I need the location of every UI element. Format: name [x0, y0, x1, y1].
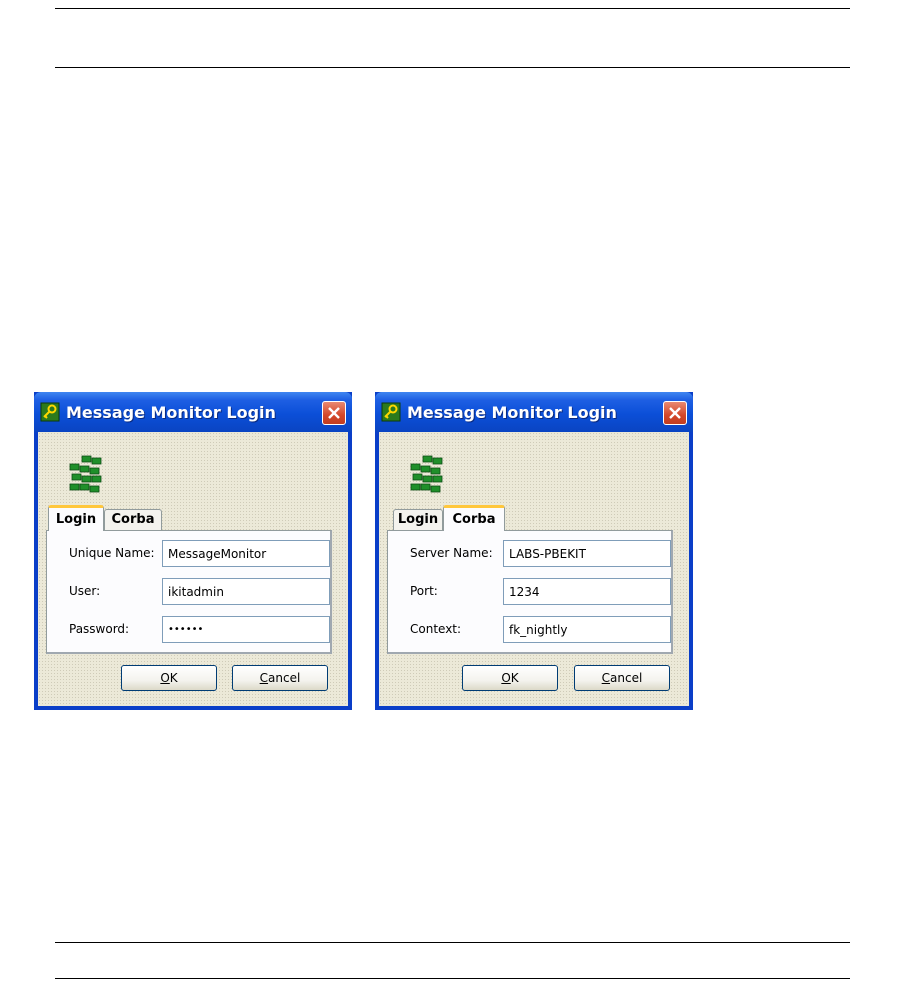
cancel-label-rest: ancel [610, 671, 643, 685]
close-button[interactable] [663, 401, 687, 425]
dialog-title: Message Monitor Login [407, 403, 617, 422]
login-dialog-login-tab: Message Monitor Login Login Corba Unique… [34, 392, 352, 710]
ok-mnemonic: O [501, 671, 511, 685]
cancel-button[interactable]: Cancel [574, 665, 670, 691]
dialog-client-area: Login Corba Unique Name: User: Password:… [38, 432, 348, 706]
cancel-mnemonic: C [601, 671, 611, 685]
unique-name-label: Unique Name: [69, 546, 155, 560]
user-label: User: [69, 584, 101, 598]
cancel-mnemonic: C [259, 671, 269, 685]
title-bar[interactable]: Message Monitor Login [375, 392, 693, 432]
ok-mnemonic: O [160, 671, 170, 685]
server-name-input[interactable] [503, 540, 671, 567]
page-header-rule-top [55, 8, 850, 9]
unique-name-input[interactable] [162, 540, 330, 567]
port-label: Port: [410, 584, 438, 598]
tab-corba[interactable]: Corba [443, 505, 505, 531]
tab-login[interactable]: Login [393, 509, 443, 530]
ok-label-rest: K [169, 671, 178, 685]
message-monitor-logo-icon [410, 455, 443, 493]
server-name-label: Server Name: [410, 546, 493, 560]
dialog-client-area: Login Corba Server Name: Port: Context: … [379, 432, 689, 706]
user-input[interactable] [162, 578, 330, 605]
port-input[interactable] [503, 578, 671, 605]
title-bar[interactable]: Message Monitor Login [34, 392, 352, 432]
page-footer-rule-bottom [55, 978, 850, 979]
dialog-title: Message Monitor Login [66, 403, 276, 422]
ok-button[interactable]: OK [462, 665, 558, 691]
key-icon [40, 402, 60, 422]
cancel-label-rest: ancel [268, 671, 301, 685]
password-label: Password: [69, 622, 130, 636]
password-input[interactable] [162, 616, 330, 643]
tab-panel: Server Name: Port: Context: [387, 530, 673, 654]
cancel-button[interactable]: Cancel [232, 665, 328, 691]
tab-corba[interactable]: Corba [104, 509, 162, 530]
close-icon [328, 407, 340, 419]
login-dialog-corba-tab: Message Monitor Login Login Corba Server… [375, 392, 693, 710]
page-footer-rule-top [55, 942, 850, 943]
tab-login[interactable]: Login [48, 505, 104, 531]
page-header-rule-bottom [55, 67, 850, 68]
close-icon [669, 407, 681, 419]
message-monitor-logo-icon [69, 455, 102, 493]
context-input[interactable] [503, 616, 671, 643]
ok-button[interactable]: OK [121, 665, 217, 691]
close-button[interactable] [322, 401, 346, 425]
key-icon [381, 402, 401, 422]
tab-panel: Unique Name: User: Password: [46, 530, 332, 654]
ok-label-rest: K [510, 671, 519, 685]
context-label: Context: [410, 622, 462, 636]
